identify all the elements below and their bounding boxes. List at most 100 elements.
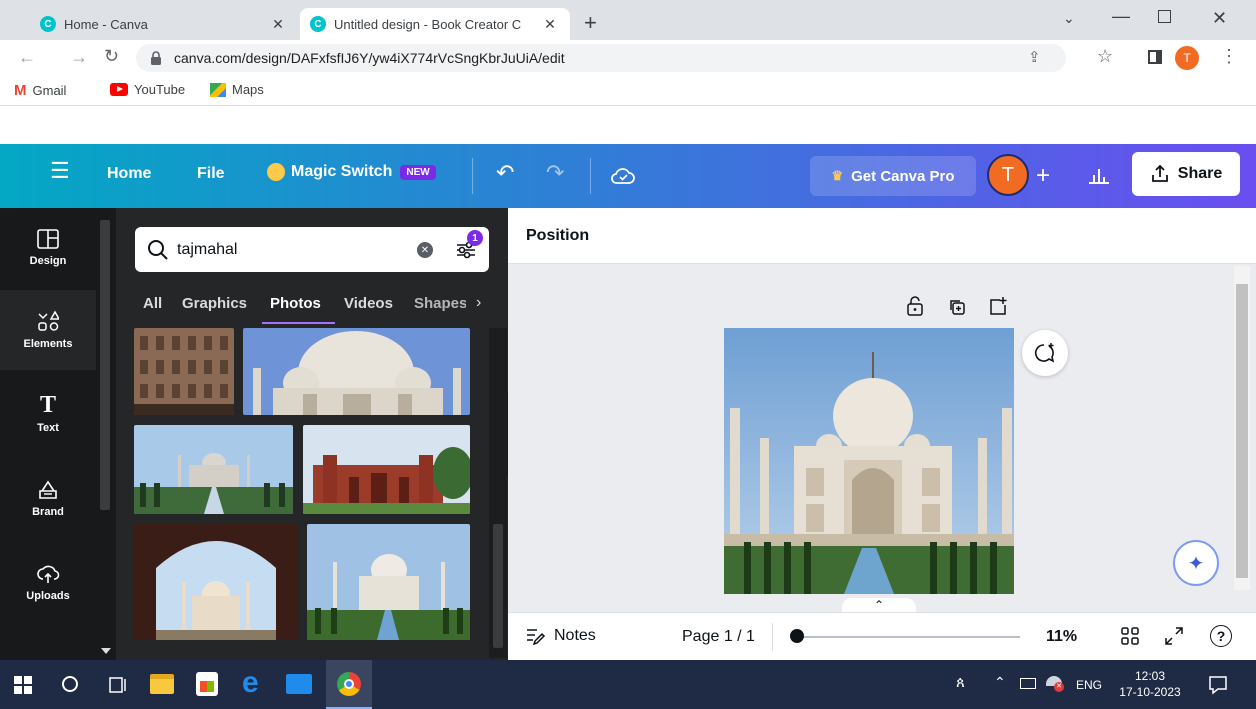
canvas-scroll-thumb[interactable] bbox=[1236, 284, 1248, 578]
browser-tab-home[interactable]: C Home - Canva ✕ bbox=[30, 8, 298, 40]
browser-tab-design[interactable]: C Untitled design - Book Creator C ✕ bbox=[300, 8, 570, 40]
get-canva-pro-button[interactable]: ♛ Get Canva Pro bbox=[810, 156, 976, 196]
cloud-saved-icon[interactable] bbox=[610, 164, 636, 188]
zoom-level[interactable]: 11% bbox=[1046, 628, 1077, 646]
add-comment-button[interactable] bbox=[1022, 330, 1068, 376]
add-page-icon[interactable] bbox=[988, 296, 1008, 316]
position-button[interactable]: Position bbox=[526, 227, 589, 245]
canvas-vertical-scrollbar[interactable] bbox=[1234, 266, 1250, 590]
cortana-search-icon[interactable] bbox=[62, 676, 78, 692]
photo-result[interactable] bbox=[243, 328, 470, 415]
mail-icon[interactable] bbox=[286, 674, 312, 694]
bookmark-label: Maps bbox=[232, 82, 264, 97]
taj-garden-photo bbox=[134, 425, 293, 514]
clock[interactable]: 12:03 17-10-2023 bbox=[1119, 668, 1181, 700]
zoom-slider-handle[interactable] bbox=[790, 629, 804, 643]
undo-icon[interactable]: ↶ bbox=[496, 160, 514, 186]
file-menu[interactable]: File bbox=[197, 165, 225, 183]
zoom-slider-track[interactable] bbox=[800, 636, 1020, 638]
scroll-down-arrow-icon[interactable] bbox=[101, 648, 111, 654]
bookmark-gmail[interactable]: M Gmail bbox=[14, 82, 66, 99]
unlock-icon[interactable] bbox=[906, 296, 924, 316]
rail-item-design[interactable]: Design bbox=[0, 208, 96, 288]
search-input[interactable] bbox=[177, 240, 397, 259]
bookmark-star-icon[interactable]: ☆ bbox=[1097, 46, 1113, 67]
hamburger-menu-icon[interactable]: ☰ bbox=[50, 158, 70, 184]
windows-start-icon[interactable] bbox=[14, 676, 32, 694]
window-close-icon[interactable]: ✕ bbox=[1212, 8, 1227, 29]
share-page-icon[interactable]: ⇪ bbox=[1028, 48, 1041, 66]
photo-result[interactable] bbox=[134, 524, 298, 640]
rail-item-elements[interactable]: Elements bbox=[0, 290, 96, 370]
tab-all[interactable]: All bbox=[143, 295, 162, 312]
file-explorer-icon[interactable] bbox=[150, 674, 174, 694]
rail-item-uploads[interactable]: Uploads bbox=[0, 542, 96, 622]
reload-icon[interactable]: ↻ bbox=[104, 46, 119, 67]
help-icon[interactable]: ? bbox=[1210, 625, 1232, 647]
magic-switch-button[interactable]: Magic Switch NEW bbox=[267, 163, 436, 181]
task-view-icon[interactable] bbox=[108, 675, 128, 695]
notes-icon bbox=[527, 629, 546, 645]
forward-arrow-icon[interactable]: → bbox=[70, 47, 88, 68]
context-toolbar bbox=[508, 208, 1256, 264]
address-bar[interactable]: canva.com/design/DAFxfsfIJ6Y/yw4iX774rVc… bbox=[136, 44, 1066, 72]
panel-scrollbar[interactable] bbox=[489, 328, 507, 658]
tab-photos[interactable]: Photos bbox=[270, 295, 321, 312]
design-page[interactable] bbox=[724, 328, 1014, 594]
clear-search-icon[interactable]: ✕ bbox=[417, 242, 433, 258]
photo-result[interactable] bbox=[307, 524, 470, 640]
close-icon[interactable]: ✕ bbox=[540, 16, 560, 33]
lock-icon bbox=[151, 51, 161, 65]
close-icon[interactable]: ✕ bbox=[268, 16, 288, 33]
duplicate-page-icon[interactable] bbox=[948, 298, 966, 316]
browser-menu-icon[interactable]: ⋮ bbox=[1220, 46, 1238, 67]
edge-browser-icon[interactable]: e bbox=[242, 668, 259, 698]
tab-search-chevron-icon[interactable]: ⌄ bbox=[1063, 10, 1075, 27]
grid-view-icon[interactable] bbox=[1120, 626, 1140, 646]
facade-photo bbox=[134, 328, 234, 415]
text-icon: T bbox=[39, 392, 56, 418]
panel-scroll-thumb[interactable] bbox=[493, 524, 503, 648]
rail-scroll-thumb[interactable] bbox=[100, 220, 110, 510]
add-collaborator-plus-icon[interactable]: + bbox=[1036, 162, 1050, 190]
tab-graphics[interactable]: Graphics bbox=[182, 295, 247, 312]
redo-icon[interactable]: ↷ bbox=[546, 160, 564, 186]
rail-item-brand[interactable]: Brand bbox=[0, 458, 96, 538]
bookmark-maps[interactable]: Maps bbox=[210, 82, 264, 97]
tab-shapes[interactable]: Shapes bbox=[414, 295, 466, 312]
side-rail: Design Elements T Text Brand Uploads bbox=[0, 208, 96, 660]
share-button[interactable]: Share bbox=[1132, 152, 1240, 196]
tray-expand-chevron-icon[interactable]: ⌃ bbox=[994, 674, 1006, 691]
bookmark-youtube[interactable]: YouTube bbox=[110, 82, 185, 97]
language-indicator[interactable]: ENG bbox=[1076, 678, 1102, 692]
new-tab-plus-icon[interactable]: + bbox=[584, 10, 597, 36]
people-icon[interactable]: ጰ bbox=[956, 674, 965, 691]
user-avatar[interactable]: T bbox=[987, 154, 1029, 196]
home-link[interactable]: Home bbox=[107, 165, 151, 183]
taj-mahal-image[interactable] bbox=[724, 328, 1014, 594]
page-indicator[interactable]: Page 1 / 1 bbox=[682, 628, 755, 646]
notes-button[interactable]: Notes bbox=[526, 627, 596, 645]
side-panel-icon[interactable] bbox=[1148, 50, 1162, 64]
network-disconnected-icon[interactable]: ✕ bbox=[1046, 676, 1064, 692]
rail-scrollbar[interactable] bbox=[96, 208, 116, 660]
search-box[interactable]: ✕ 1 bbox=[135, 227, 489, 272]
canva-header: ☰ Home File Magic Switch NEW ↶ ↷ ♛ Get C… bbox=[0, 144, 1256, 208]
back-arrow-icon[interactable]: ← bbox=[18, 47, 36, 68]
fullscreen-icon[interactable] bbox=[1164, 626, 1184, 646]
photo-result[interactable] bbox=[134, 425, 293, 514]
magic-assistant-button[interactable]: ✦ bbox=[1173, 540, 1219, 586]
photo-result[interactable] bbox=[303, 425, 470, 514]
profile-avatar[interactable]: T bbox=[1175, 46, 1199, 70]
taskbar-chrome-active[interactable] bbox=[326, 660, 372, 709]
insights-chart-icon[interactable] bbox=[1088, 166, 1110, 184]
tab-videos[interactable]: Videos bbox=[344, 295, 393, 312]
crown-icon: ♛ bbox=[831, 168, 844, 183]
minimize-icon[interactable]: — bbox=[1112, 6, 1130, 27]
notification-center-icon[interactable] bbox=[1208, 675, 1228, 695]
photo-result[interactable] bbox=[134, 328, 234, 415]
microsoft-store-icon[interactable] bbox=[196, 672, 218, 696]
rail-item-text[interactable]: T Text bbox=[0, 374, 96, 454]
maximize-icon[interactable] bbox=[1158, 10, 1171, 23]
chevron-right-icon[interactable]: › bbox=[476, 294, 481, 312]
